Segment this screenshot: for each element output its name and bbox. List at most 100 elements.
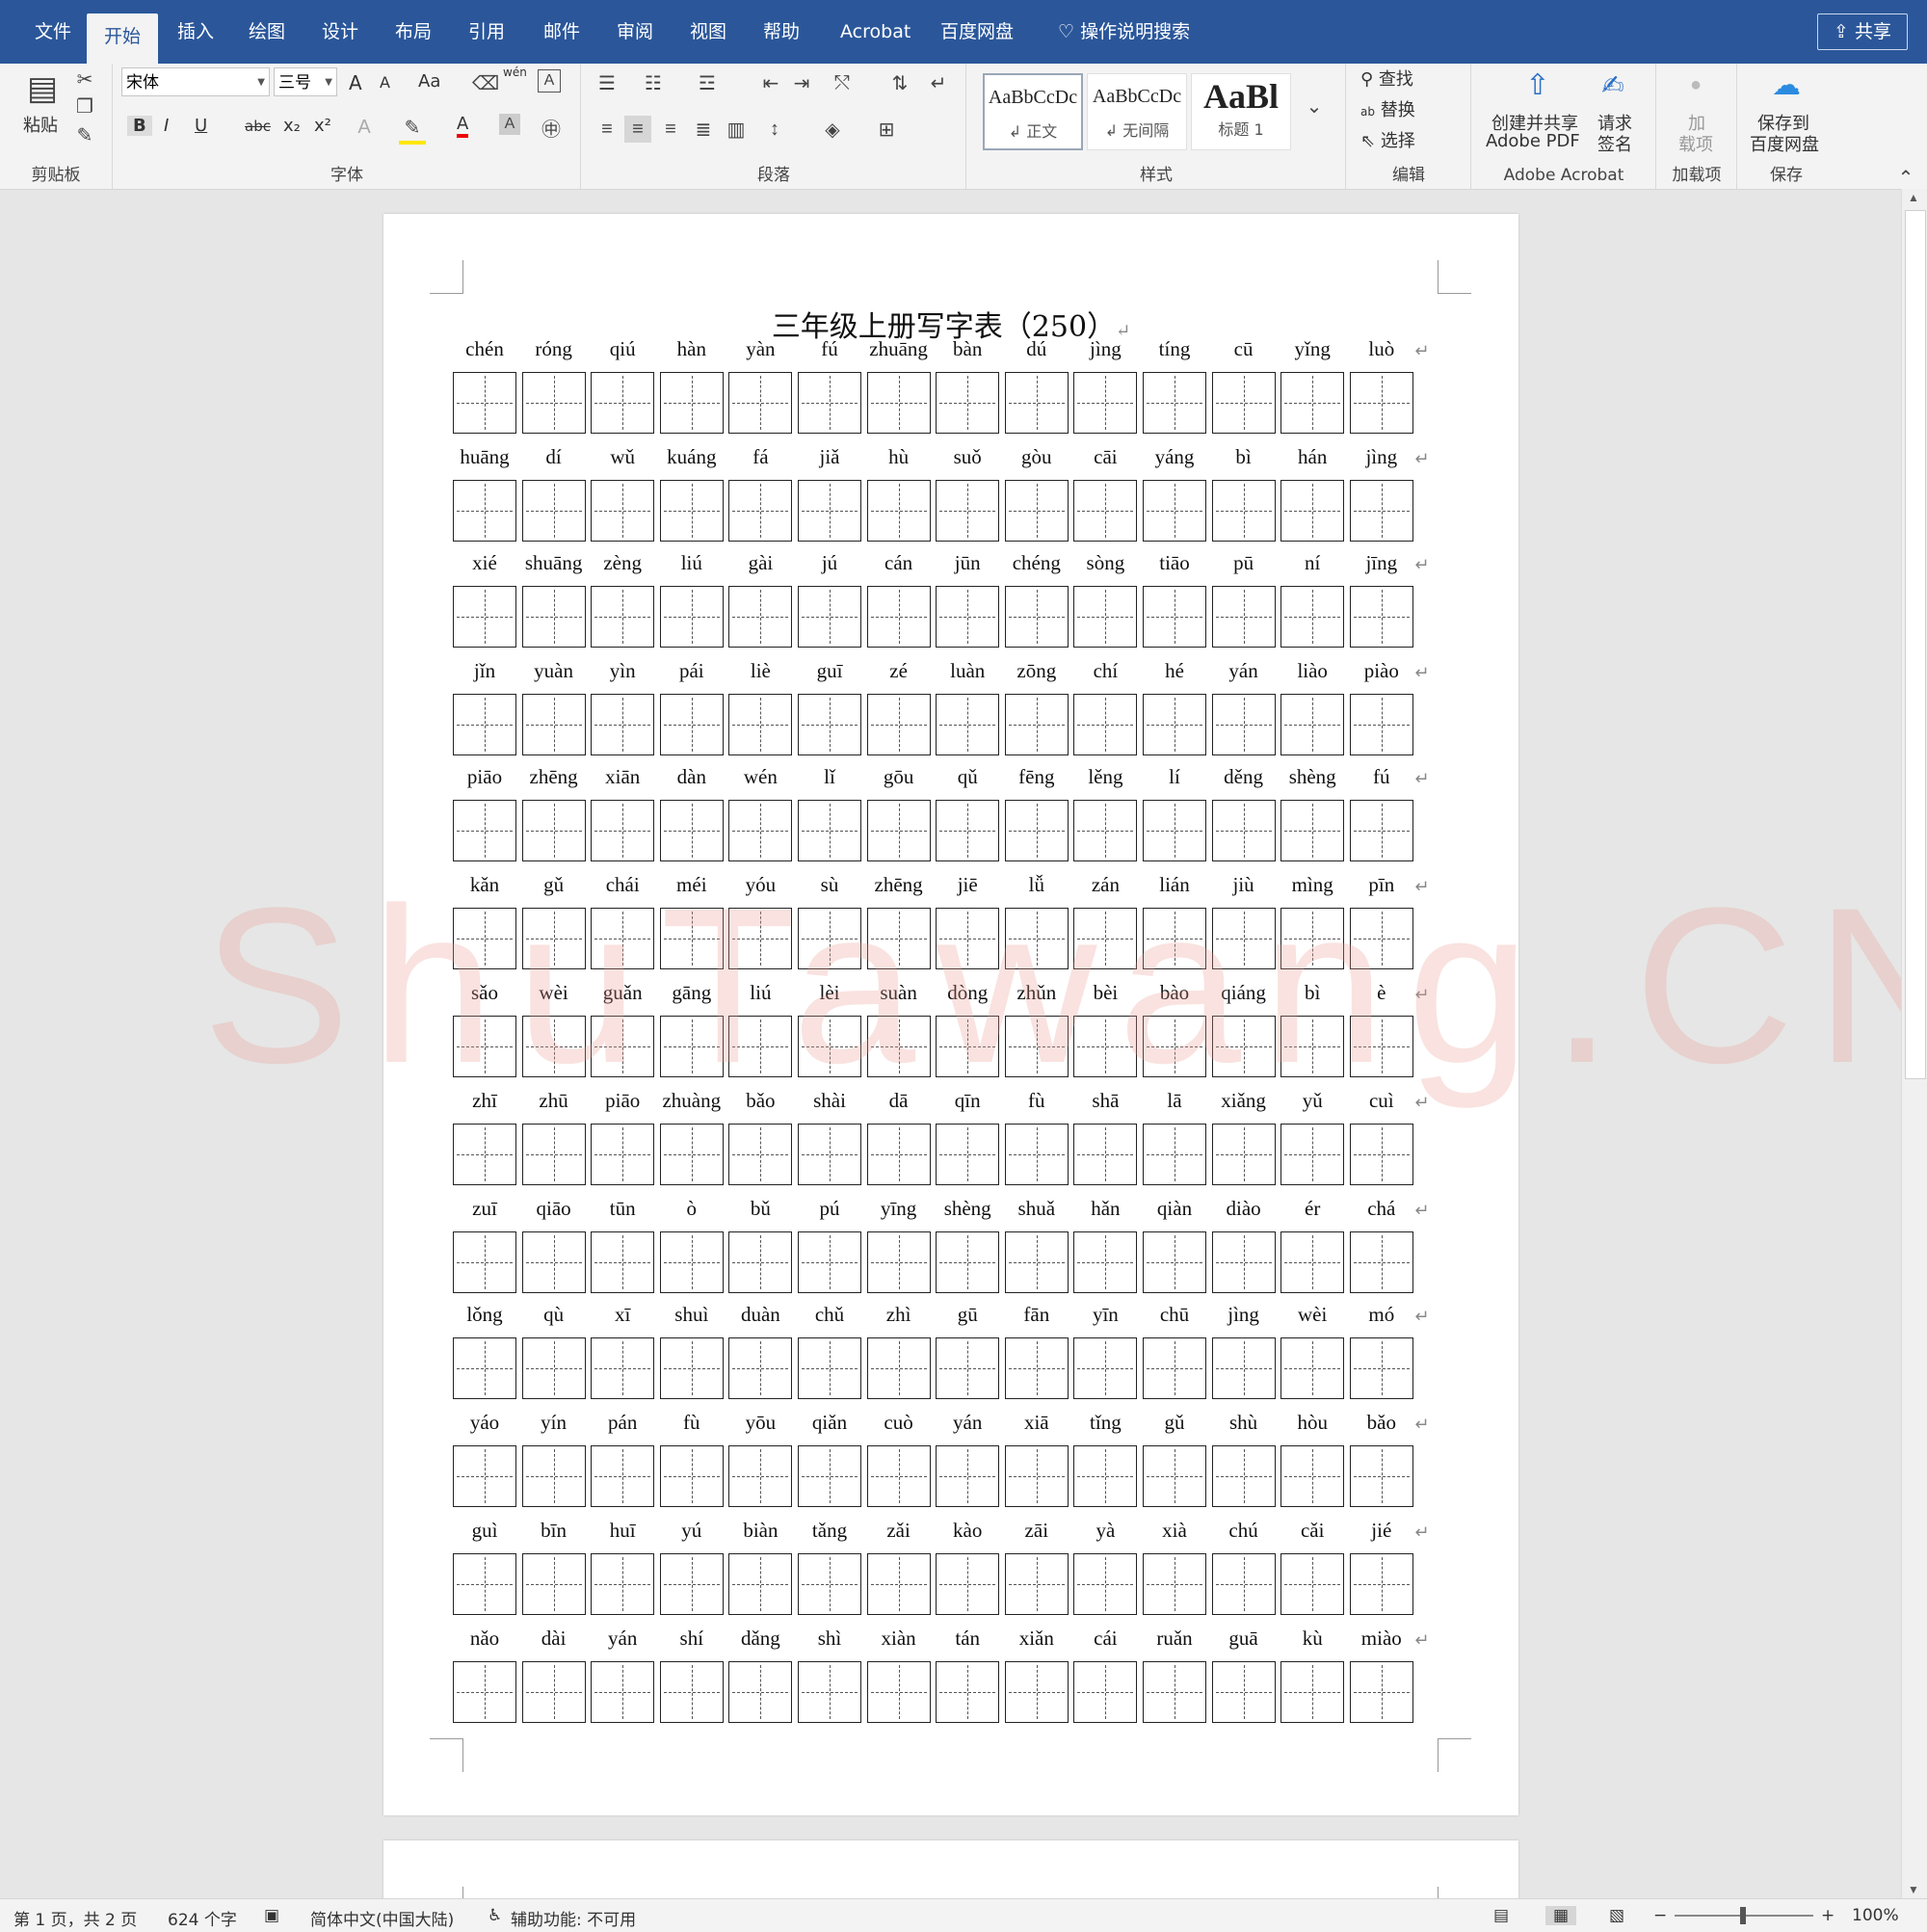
- writing-box[interactable]: [728, 1124, 793, 1185]
- increase-indent-icon[interactable]: ⇥: [788, 69, 815, 96]
- writing-box[interactable]: [1004, 694, 1069, 755]
- paste-icon[interactable]: ▤: [23, 67, 62, 110]
- scroll-up-icon[interactable]: ▲: [1908, 191, 1919, 204]
- writing-box[interactable]: [1211, 372, 1276, 434]
- writing-box[interactable]: [728, 372, 793, 434]
- writing-box[interactable]: [591, 372, 655, 434]
- writing-box[interactable]: [798, 586, 861, 648]
- scroll-thumb[interactable]: [1905, 210, 1926, 1079]
- writing-box[interactable]: [1280, 1445, 1345, 1507]
- underline-button[interactable]: U: [195, 116, 207, 136]
- writing-box[interactable]: [1349, 372, 1413, 434]
- writing-box[interactable]: [1211, 1231, 1276, 1293]
- read-mode-icon[interactable]: ▤: [1493, 1906, 1509, 1925]
- tab-5[interactable]: 布局: [378, 10, 449, 54]
- writing-box[interactable]: [1143, 1337, 1206, 1399]
- writing-box[interactable]: [1004, 480, 1069, 542]
- writing-box[interactable]: [1211, 1661, 1276, 1723]
- align-right-icon[interactable]: ≡: [657, 116, 684, 143]
- writing-box[interactable]: [936, 1553, 1000, 1615]
- writing-box[interactable]: [728, 1445, 793, 1507]
- superscript-button[interactable]: x²: [314, 116, 331, 136]
- writing-box[interactable]: [1280, 586, 1345, 648]
- accessibility-status[interactable]: 辅助功能: 不可用: [511, 1906, 636, 1930]
- writing-box[interactable]: [1280, 800, 1345, 861]
- proofing-icon[interactable]: ▣: [264, 1906, 279, 1925]
- addins-label-2[interactable]: 载项: [1678, 131, 1713, 156]
- writing-box[interactable]: [866, 800, 931, 861]
- writing-box[interactable]: [521, 694, 586, 755]
- multilevel-list-icon[interactable]: ☲: [694, 69, 721, 96]
- writing-box[interactable]: [521, 372, 586, 434]
- phonetic-guide-button[interactable]: wén: [503, 66, 527, 79]
- writing-box[interactable]: [728, 800, 793, 861]
- paste-button[interactable]: 粘贴: [23, 112, 58, 137]
- writing-box[interactable]: [866, 480, 931, 542]
- borders-icon[interactable]: ⊞: [873, 116, 900, 143]
- writing-box[interactable]: [936, 694, 1000, 755]
- tab-10[interactable]: 帮助: [746, 10, 817, 54]
- writing-box[interactable]: [936, 1337, 1000, 1399]
- writing-box[interactable]: [936, 586, 1000, 648]
- writing-box[interactable]: [1143, 1124, 1206, 1185]
- writing-box[interactable]: [728, 586, 793, 648]
- writing-box[interactable]: [1280, 1553, 1345, 1615]
- writing-box[interactable]: [659, 1661, 724, 1723]
- share-button[interactable]: ⇪ 共享: [1817, 13, 1908, 50]
- copy-icon[interactable]: ❐: [71, 93, 98, 119]
- writing-box[interactable]: [936, 1445, 1000, 1507]
- writing-box[interactable]: [1004, 1124, 1069, 1185]
- writing-box[interactable]: [866, 694, 931, 755]
- shrink-font-button[interactable]: A: [380, 73, 390, 92]
- writing-box[interactable]: [1073, 694, 1138, 755]
- writing-box[interactable]: [1349, 586, 1413, 648]
- writing-box[interactable]: [1073, 1661, 1138, 1723]
- writing-box[interactable]: [1004, 800, 1069, 861]
- writing-box[interactable]: [659, 1553, 724, 1615]
- writing-box[interactable]: [798, 1231, 861, 1293]
- subscript-button[interactable]: x₂: [283, 116, 301, 136]
- writing-box[interactable]: [866, 586, 931, 648]
- writing-box[interactable]: [659, 1337, 724, 1399]
- writing-box[interactable]: [453, 480, 516, 542]
- tab-2[interactable]: 插入: [160, 10, 231, 54]
- writing-box[interactable]: [728, 694, 793, 755]
- tab-3[interactable]: 绘图: [231, 10, 303, 54]
- writing-box[interactable]: [453, 1337, 516, 1399]
- writing-box[interactable]: [728, 1231, 793, 1293]
- writing-box[interactable]: [1143, 694, 1206, 755]
- writing-box[interactable]: [936, 372, 1000, 434]
- scroll-down-icon[interactable]: ▼: [1908, 1883, 1919, 1896]
- writing-box[interactable]: [1143, 800, 1206, 861]
- writing-box[interactable]: [936, 1124, 1000, 1185]
- writing-box[interactable]: [659, 586, 724, 648]
- writing-box[interactable]: [1073, 1553, 1138, 1615]
- writing-box[interactable]: [659, 694, 724, 755]
- writing-box[interactable]: [591, 800, 655, 861]
- writing-box[interactable]: [936, 1231, 1000, 1293]
- writing-box[interactable]: [1004, 586, 1069, 648]
- style-normal[interactable]: AaBbCcDc ↲ 正文: [983, 73, 1083, 150]
- bold-button[interactable]: B: [127, 116, 152, 136]
- char-border-icon[interactable]: A: [538, 69, 561, 93]
- tell-me-search[interactable]: ♡ 操作说明搜索: [1041, 10, 1207, 54]
- writing-box[interactable]: [453, 694, 516, 755]
- format-painter-icon[interactable]: ✎: [71, 121, 98, 148]
- writing-box[interactable]: [1073, 1337, 1138, 1399]
- writing-box[interactable]: [453, 1553, 516, 1615]
- writing-box[interactable]: [453, 1661, 516, 1723]
- writing-box[interactable]: [591, 1445, 655, 1507]
- select-button[interactable]: ⇖ 选择: [1360, 127, 1415, 152]
- align-center-icon[interactable]: ≡: [624, 116, 651, 143]
- writing-box[interactable]: [1349, 694, 1413, 755]
- request-signature-label-2[interactable]: 签名: [1597, 131, 1632, 156]
- writing-box[interactable]: [1280, 1661, 1345, 1723]
- writing-box[interactable]: [1143, 1231, 1206, 1293]
- tab-12[interactable]: 百度网盘: [923, 10, 1031, 54]
- language[interactable]: 简体中文(中国大陆): [310, 1906, 454, 1930]
- writing-box[interactable]: [1349, 1337, 1413, 1399]
- writing-box[interactable]: [1004, 1231, 1069, 1293]
- save-baidu-label-2[interactable]: 百度网盘: [1750, 131, 1819, 156]
- vertical-scrollbar[interactable]: ▲ ▼: [1901, 189, 1927, 1898]
- writing-box[interactable]: [1280, 480, 1345, 542]
